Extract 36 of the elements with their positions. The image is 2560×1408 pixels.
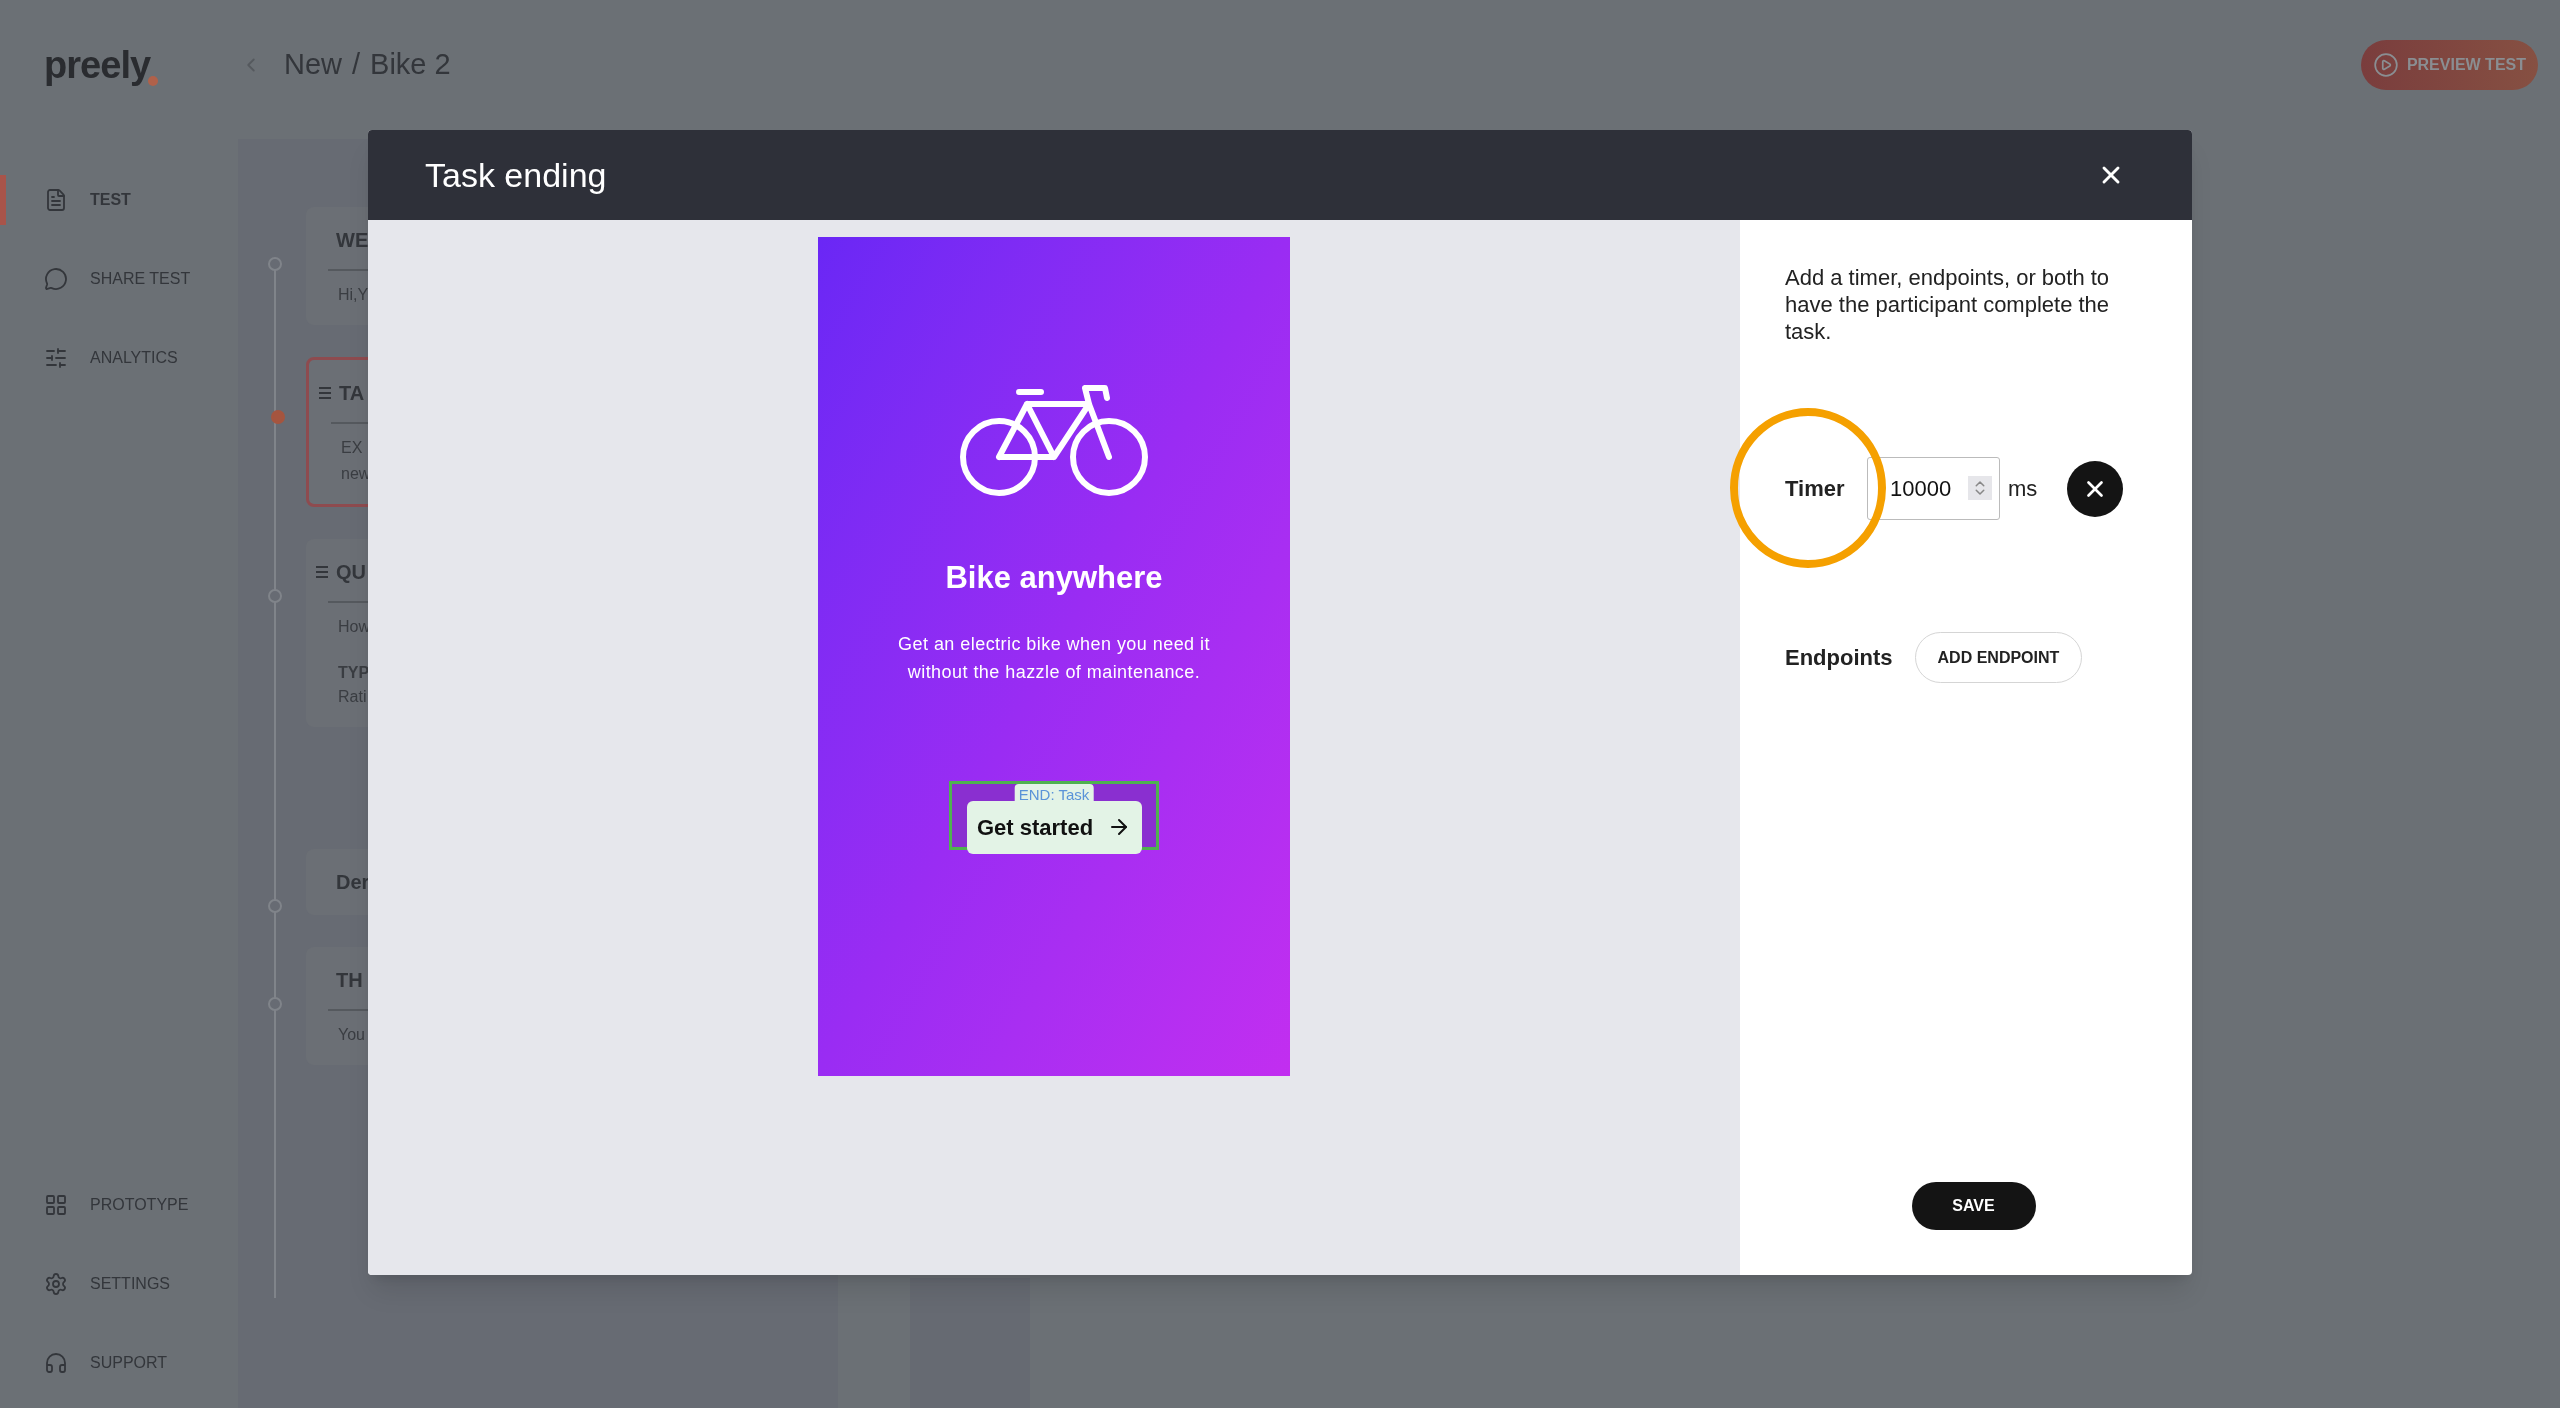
timer-unit: ms: [2008, 475, 2038, 503]
card-title: QU: [336, 560, 366, 585]
sidebar-item[interactable]: SHARE TEST: [0, 254, 238, 304]
breadcrumb-item[interactable]: Bike 2: [370, 43, 451, 87]
sidebar-item[interactable]: SETTINGS: [0, 1259, 238, 1309]
chat-icon: [44, 267, 68, 291]
sidebar-item[interactable]: ANALYTICS: [0, 333, 238, 383]
drag-handle-icon[interactable]: [316, 566, 328, 578]
play-icon: [2372, 52, 2399, 78]
preview-test-button[interactable]: PREVIEW TEST: [2360, 40, 2538, 90]
sidebar-item[interactable]: PROTOTYPE: [0, 1180, 238, 1230]
document-icon: [44, 188, 68, 212]
get-started-button: Get started: [966, 800, 1142, 854]
card-title: TA: [339, 381, 365, 406]
sidebar-item[interactable]: SUPPORT: [0, 1338, 238, 1388]
intro-text: Add a timer, endpoints, or both to have the participant complete the task.: [1785, 264, 2111, 345]
card-title: WE: [336, 228, 369, 253]
screen-heading: Bike anywhere: [945, 559, 1163, 597]
screen-text: Get an electric bike when you need it without the hazzle of maintenance.: [897, 632, 1211, 684]
gear-icon: [44, 1272, 68, 1296]
card-title: TH: [336, 968, 363, 993]
analytics-icon: [44, 346, 68, 370]
timer-label: Timer: [1785, 475, 1846, 503]
headset-icon: [44, 1351, 68, 1375]
grid-icon: [44, 1193, 68, 1217]
logo: preely: [44, 36, 240, 94]
save-button[interactable]: SAVE: [1911, 1182, 2036, 1230]
breadcrumb-item[interactable]: New: [284, 43, 342, 87]
bicycle-icon: [959, 382, 1149, 497]
endpoints-label: Endpoints: [1785, 644, 1893, 672]
breadcrumb-separator: /: [352, 47, 361, 83]
dialog-title: Task ending: [425, 154, 607, 196]
spinner-icon[interactable]: [1968, 476, 1992, 500]
drag-handle-icon[interactable]: [319, 387, 331, 399]
card-title: Der: [336, 870, 370, 895]
sidebar-item[interactable]: TEST: [0, 175, 238, 225]
